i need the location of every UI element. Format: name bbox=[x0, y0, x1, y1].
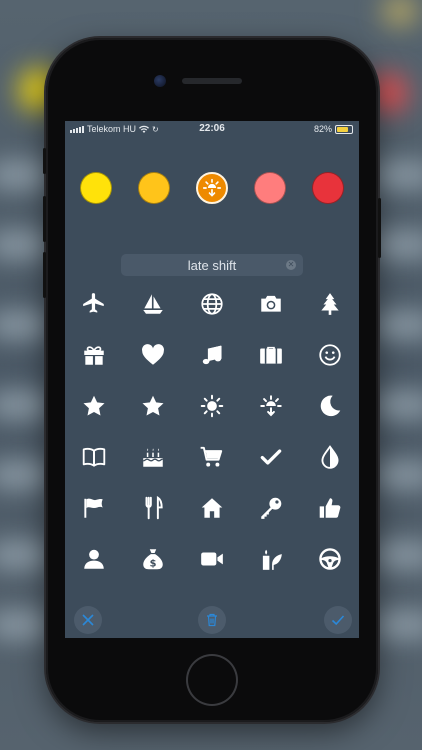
mute-switch bbox=[43, 148, 46, 174]
blurred-battery bbox=[385, 0, 415, 22]
water-drop-icon[interactable] bbox=[315, 442, 345, 472]
gift-icon[interactable] bbox=[79, 340, 109, 370]
sunrise-icon[interactable] bbox=[256, 391, 286, 421]
shift-name-field[interactable]: late shift ✕ bbox=[121, 254, 303, 276]
video-camera-icon[interactable] bbox=[197, 544, 227, 574]
volume-down-button bbox=[43, 252, 46, 298]
earpiece-speaker bbox=[182, 78, 242, 84]
color-picker bbox=[80, 172, 344, 204]
globe-icon[interactable] bbox=[197, 289, 227, 319]
svg-text:$: $ bbox=[150, 559, 157, 570]
shift-name-value: late shift bbox=[187, 258, 237, 273]
candle-leaf-icon[interactable] bbox=[256, 544, 286, 574]
checkmark-icon[interactable] bbox=[256, 442, 286, 472]
color-swatch-salmon[interactable] bbox=[254, 172, 286, 204]
briefcase-icon[interactable] bbox=[256, 340, 286, 370]
confirm-button[interactable] bbox=[324, 606, 352, 634]
color-swatch-yellow[interactable] bbox=[80, 172, 112, 204]
heart-icon[interactable] bbox=[138, 340, 168, 370]
star-filled-icon[interactable] bbox=[138, 391, 168, 421]
tree-icon[interactable] bbox=[315, 289, 345, 319]
person-icon[interactable] bbox=[79, 544, 109, 574]
checkmark-icon bbox=[331, 615, 345, 626]
color-swatch-red[interactable] bbox=[312, 172, 344, 204]
screen: Telekom HU ↻ 22:06 82% late shift ✕ $ bbox=[65, 121, 359, 638]
power-button bbox=[378, 198, 381, 258]
color-swatch-amber[interactable] bbox=[138, 172, 170, 204]
color-swatch-orange[interactable] bbox=[196, 172, 228, 204]
smiley-icon[interactable] bbox=[315, 340, 345, 370]
star-icon[interactable] bbox=[79, 391, 109, 421]
birthday-cake-icon[interactable] bbox=[138, 442, 168, 472]
close-icon bbox=[82, 614, 94, 626]
close-button[interactable] bbox=[74, 606, 102, 634]
sailboat-icon[interactable] bbox=[138, 289, 168, 319]
music-note-icon[interactable] bbox=[197, 340, 227, 370]
flag-icon[interactable] bbox=[79, 493, 109, 523]
airplane-icon[interactable] bbox=[79, 289, 109, 319]
delete-button[interactable] bbox=[198, 606, 226, 634]
icon-grid: $ bbox=[65, 293, 359, 610]
camera-icon[interactable] bbox=[256, 289, 286, 319]
fork-knife-icon[interactable] bbox=[138, 493, 168, 523]
bottom-toolbar bbox=[65, 602, 359, 638]
volume-up-button bbox=[43, 196, 46, 242]
moon-icon[interactable] bbox=[315, 391, 345, 421]
trash-icon bbox=[207, 613, 217, 627]
sunrise-icon bbox=[202, 178, 222, 197]
battery-icon bbox=[335, 124, 353, 134]
front-camera bbox=[154, 75, 166, 87]
battery-percent: 82% bbox=[313, 124, 332, 134]
status-bar: Telekom HU ↻ 22:06 82% bbox=[65, 121, 359, 137]
thumbs-up-icon[interactable] bbox=[315, 493, 345, 523]
money-bag-icon[interactable]: $ bbox=[138, 544, 168, 574]
shopping-cart-icon[interactable] bbox=[197, 442, 227, 472]
key-icon[interactable] bbox=[256, 493, 286, 523]
clear-text-icon[interactable]: ✕ bbox=[286, 260, 296, 270]
book-icon[interactable] bbox=[79, 442, 109, 472]
sun-icon[interactable] bbox=[197, 391, 227, 421]
home-icon[interactable] bbox=[197, 493, 227, 523]
steering-wheel-icon[interactable] bbox=[315, 544, 345, 574]
home-button[interactable] bbox=[186, 654, 238, 706]
phone-frame: Telekom HU ↻ 22:06 82% late shift ✕ $ bbox=[43, 38, 381, 722]
